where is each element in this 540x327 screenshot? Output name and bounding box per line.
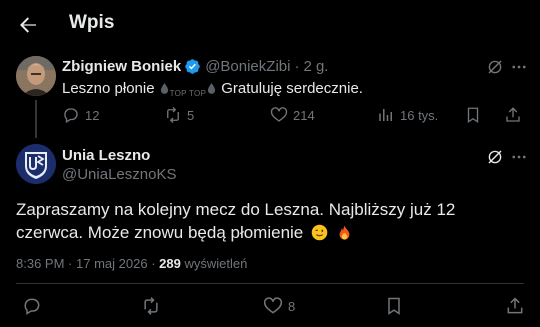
post-time[interactable]: 8:36 PM xyxy=(16,256,64,271)
like-count: 214 xyxy=(293,107,315,123)
share-button[interactable] xyxy=(504,106,522,124)
like-button[interactable]: 8 xyxy=(263,296,295,316)
reply-count: 12 xyxy=(85,107,100,123)
top-top-badge: TOP TOP xyxy=(159,83,218,98)
share-icon xyxy=(507,297,523,314)
repost-count: 5 xyxy=(187,107,195,123)
thread-connector-line xyxy=(35,100,37,138)
verified-badge-icon xyxy=(185,59,200,74)
reply-button[interactable]: 12 xyxy=(62,106,99,124)
views-label: wyświetleń xyxy=(184,256,248,271)
author-name[interactable]: Zbigniew Boniek xyxy=(62,58,181,75)
more-icon[interactable] xyxy=(510,58,528,76)
bookmark-icon xyxy=(388,297,400,315)
separator-dot: · xyxy=(294,58,300,75)
grok-icon[interactable] xyxy=(486,148,504,166)
bookmark-button[interactable] xyxy=(384,296,404,316)
like-icon xyxy=(270,107,288,122)
post-time[interactable]: 2 g. xyxy=(303,58,328,75)
author-name[interactable]: Unia Leszno xyxy=(62,147,150,164)
page-title: Wpis xyxy=(69,12,115,33)
drop-icon xyxy=(160,83,168,94)
post-text: Zapraszamy na kolejny mecz do Leszna. Na… xyxy=(16,198,521,244)
author-handle[interactable]: @BoniekZibi xyxy=(205,58,290,75)
more-icon[interactable] xyxy=(510,148,528,166)
quoted-text-end: Gratuluję serdecznie. xyxy=(221,80,363,97)
post-text-body: Zapraszamy na kolejny mecz do Leszna. Na… xyxy=(16,200,456,242)
quoted-header: Zbigniew Boniek @BoniekZibi · 2 g. xyxy=(62,58,328,75)
avatar-zbigniew-boniek[interactable] xyxy=(16,56,56,96)
drop-icon xyxy=(208,83,216,94)
quoted-text: Leszno płonie TOP TOP Gratuluję serdeczn… xyxy=(62,80,363,98)
bookmark-button[interactable] xyxy=(464,106,482,124)
quoted-text-start: Leszno płonie xyxy=(62,80,155,97)
like-count: 8 xyxy=(288,298,296,314)
author-handle[interactable]: @UniaLesznoKS xyxy=(62,166,176,183)
separator-dot: · xyxy=(151,256,156,271)
divider xyxy=(16,283,524,284)
repost-button[interactable]: 5 xyxy=(164,106,194,124)
back-arrow-icon[interactable] xyxy=(16,13,40,37)
fire-icon xyxy=(339,225,350,240)
reply-icon xyxy=(24,298,40,315)
views-button[interactable]: 16 tys. xyxy=(377,106,438,124)
like-icon xyxy=(263,297,283,314)
share-icon xyxy=(506,107,520,122)
views-count: 16 tys. xyxy=(400,107,439,123)
reply-button[interactable] xyxy=(22,296,42,316)
grok-icon[interactable] xyxy=(486,58,504,76)
header-bar: Wpis xyxy=(0,0,540,50)
quoted-actions: 12 5 214 16 tys. xyxy=(62,106,532,128)
post-date[interactable]: 17 maj 2026 xyxy=(76,256,148,271)
views-icon xyxy=(379,109,392,121)
bookmark-icon xyxy=(467,107,479,124)
top-top-text: TOP TOP xyxy=(169,89,207,98)
winking-face-icon xyxy=(311,224,328,241)
repost-icon xyxy=(144,297,158,315)
avatar-unia-leszno[interactable] xyxy=(16,144,56,184)
reply-icon xyxy=(64,108,78,123)
post-actions: 8 xyxy=(0,296,540,320)
separator-dot: · xyxy=(68,256,73,271)
like-button[interactable]: 214 xyxy=(270,106,315,124)
post-meta: 8:36 PM · 17 maj 2026 · 289 wyświetleń xyxy=(16,256,247,271)
repost-button[interactable] xyxy=(141,296,161,316)
views-count: 289 xyxy=(159,256,181,271)
share-button[interactable] xyxy=(505,296,525,316)
repost-icon xyxy=(167,107,179,123)
